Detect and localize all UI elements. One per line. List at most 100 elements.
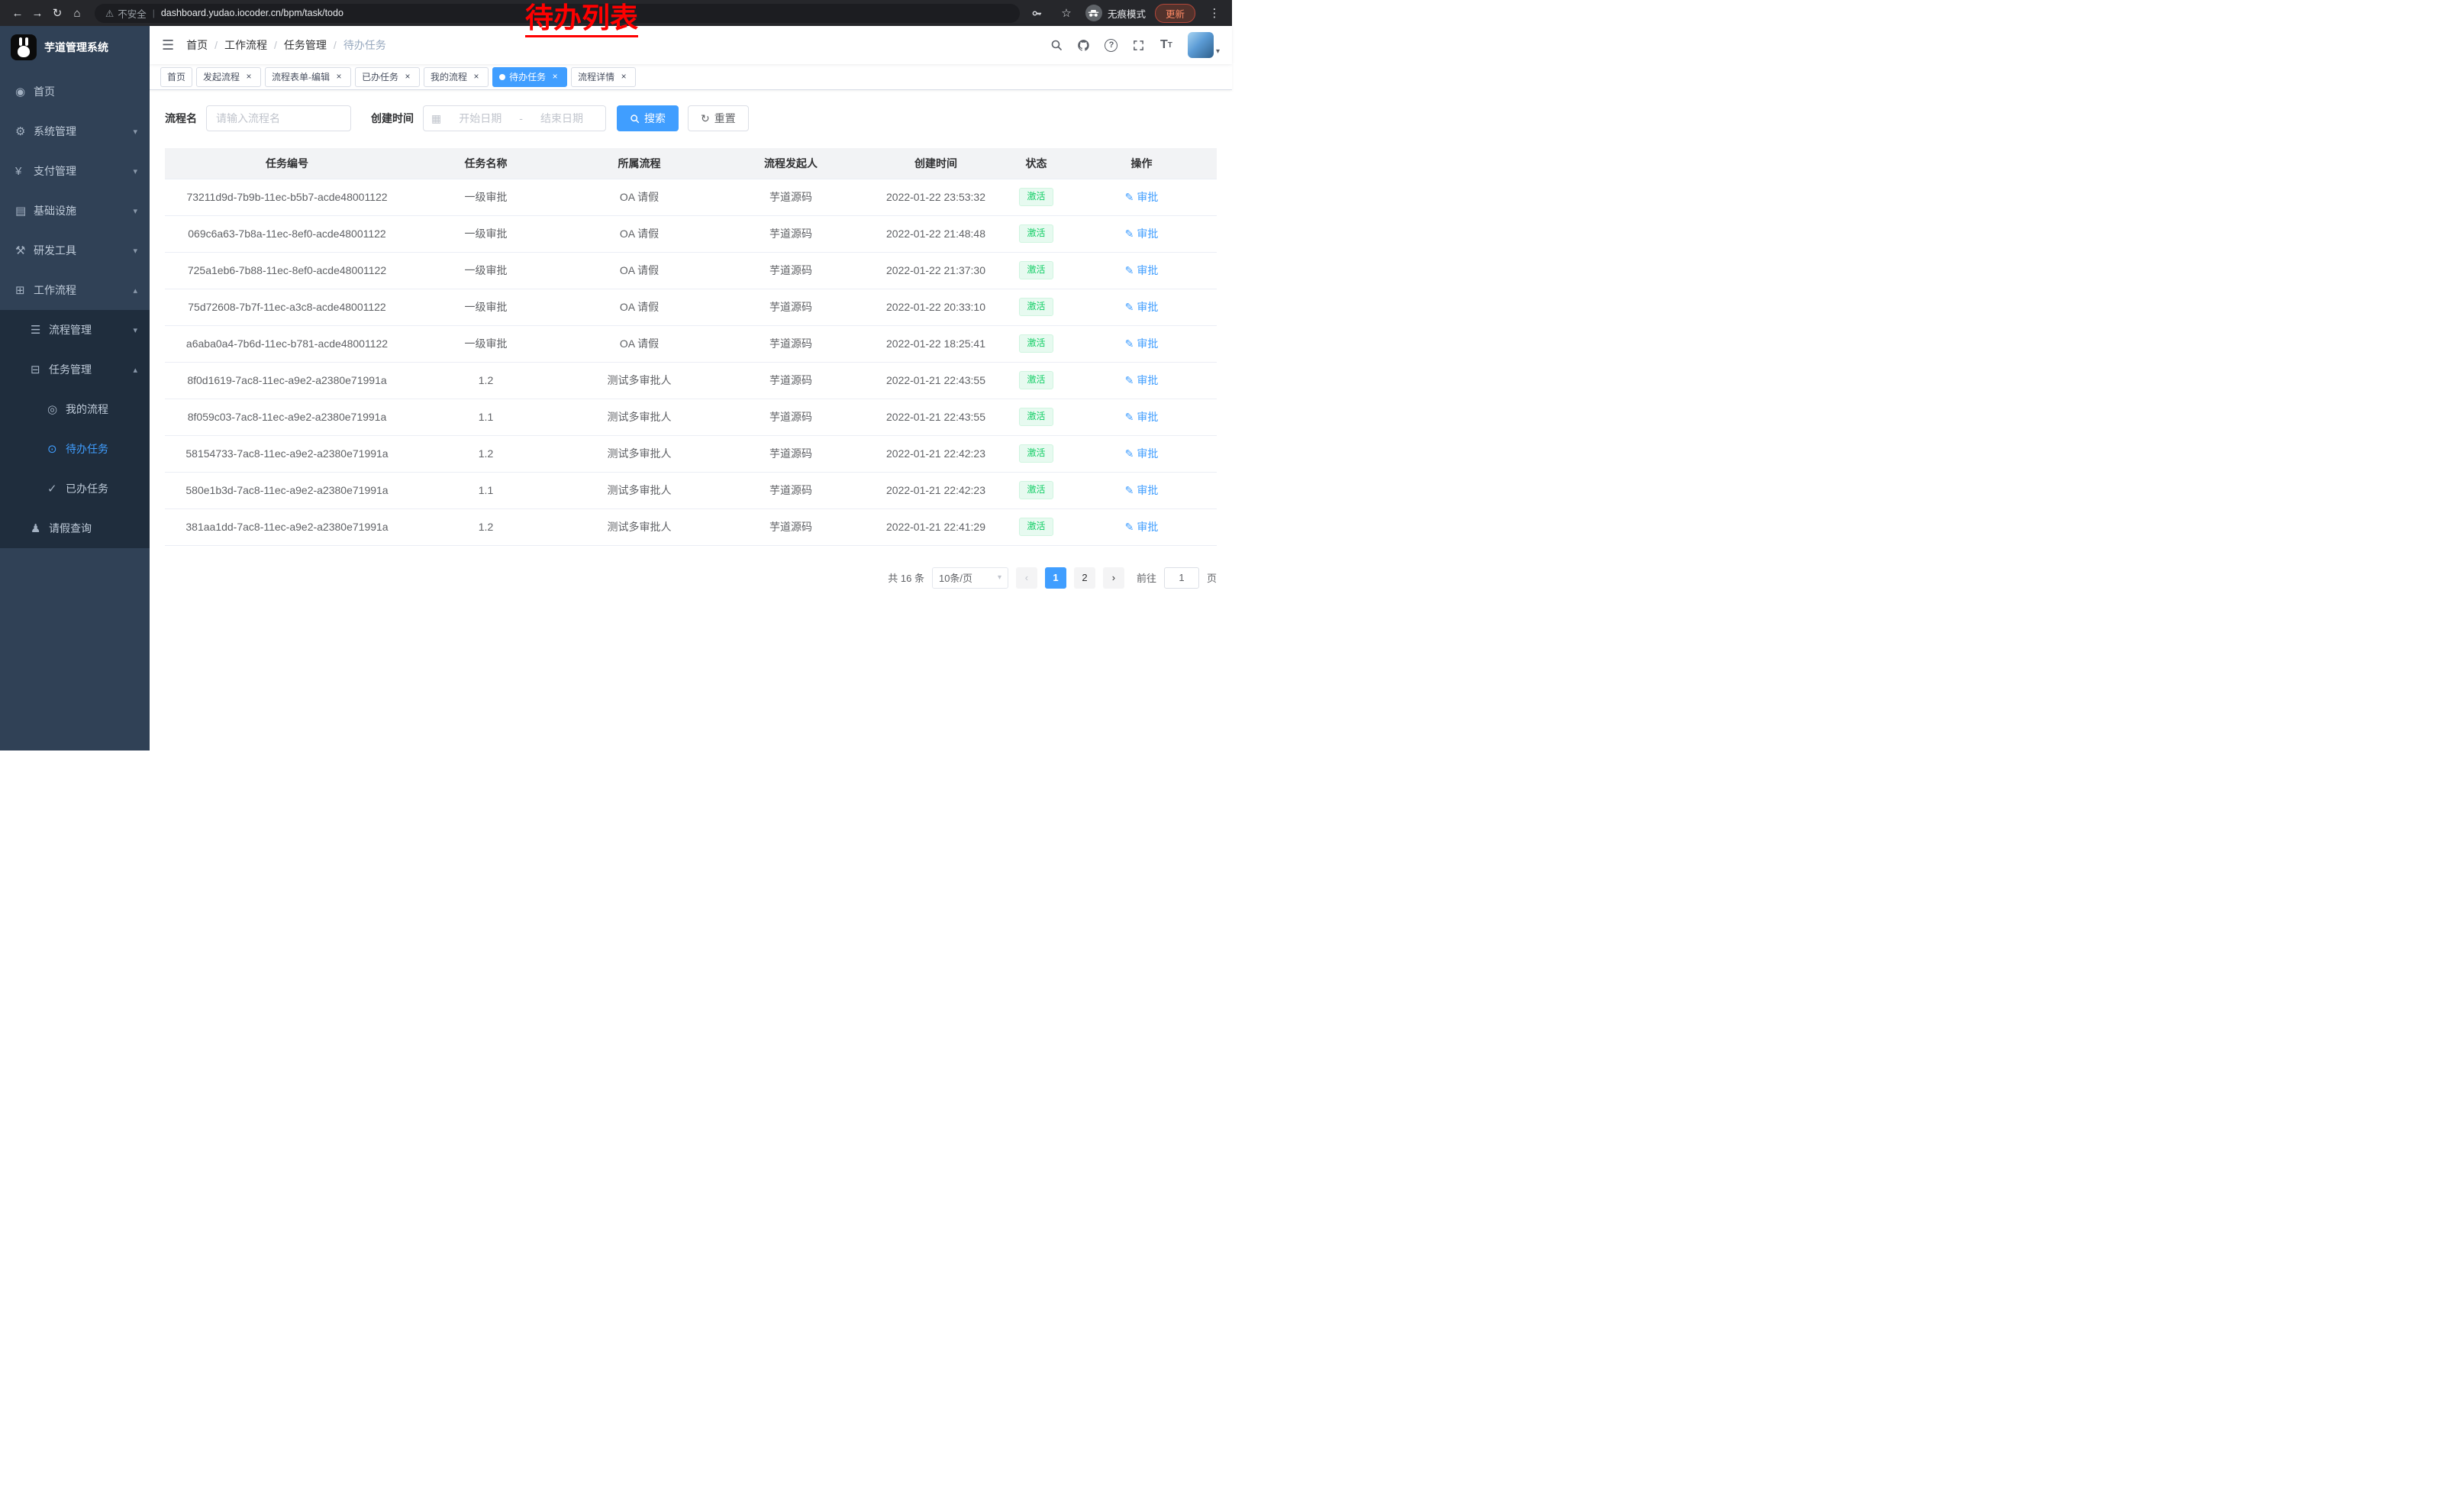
table-row: 58154733-7ac8-11ec-a9e2-a2380e71991a 1.2…: [165, 435, 1217, 472]
page-button-1[interactable]: 1: [1045, 567, 1066, 589]
tab-label: 发起流程: [203, 70, 240, 83]
sidebar-item-done-task[interactable]: ✓ 已办任务: [0, 469, 150, 508]
font-size-icon[interactable]: TT: [1154, 33, 1179, 57]
sidebar-item-process-management[interactable]: ☰ 流程管理 ▾: [0, 310, 150, 350]
next-page-button[interactable]: ›: [1103, 567, 1124, 589]
bookmark-star-icon[interactable]: ☆: [1056, 3, 1076, 23]
cell-process: OA 请假: [563, 215, 716, 252]
tab-close-icon[interactable]: ×: [334, 72, 344, 82]
goto-page-input[interactable]: [1164, 567, 1199, 589]
table-row: 73211d9d-7b9b-11ec-b5b7-acde48001122 一级审…: [165, 179, 1217, 215]
fullscreen-icon[interactable]: [1127, 33, 1151, 57]
browser-menu-icon[interactable]: ⋮: [1205, 3, 1224, 23]
cell-task-id: 8f0d1619-7ac8-11ec-a9e2-a2380e71991a: [165, 362, 409, 399]
tab-label: 已办任务: [362, 70, 398, 83]
top-navbar: ☰ 首页 / 工作流程 / 任务管理 / 待办任务 ?: [150, 26, 1232, 64]
approve-link[interactable]: ✎ 审批: [1125, 336, 1159, 351]
breadcrumb-home[interactable]: 首页: [186, 37, 208, 53]
breadcrumb-task-management[interactable]: 任务管理: [284, 37, 327, 53]
tab[interactable]: 已办任务 ×: [355, 67, 420, 87]
tab-close-icon[interactable]: ×: [243, 72, 254, 82]
col-actions: 操作: [1066, 148, 1217, 179]
approve-link[interactable]: ✎ 审批: [1125, 446, 1159, 461]
tab[interactable]: 发起流程 ×: [196, 67, 261, 87]
browser-home-button[interactable]: ⌂: [67, 3, 87, 23]
approve-link[interactable]: ✎ 审批: [1125, 226, 1159, 241]
table-row: 725a1eb6-7b88-11ec-8ef0-acde48001122 一级审…: [165, 252, 1217, 289]
sidebar-item-workflow[interactable]: ⊞ 工作流程 ▴: [0, 270, 150, 310]
sidebar-item-home[interactable]: ◉ 首页: [0, 72, 150, 111]
cell-starter: 芋道源码: [716, 362, 866, 399]
page-button-2[interactable]: 2: [1074, 567, 1095, 589]
date-range-picker[interactable]: ▦ 开始日期 - 结束日期: [423, 105, 606, 131]
user-menu[interactable]: ▾: [1188, 32, 1220, 58]
cell-create-time: 2022-01-22 20:33:10: [866, 289, 1006, 325]
help-icon[interactable]: ?: [1099, 33, 1124, 57]
sidebar-item-infrastructure[interactable]: ▤ 基础设施 ▾: [0, 191, 150, 231]
approve-link[interactable]: ✎ 审批: [1125, 299, 1159, 315]
search-button[interactable]: 搜索: [617, 105, 679, 131]
approve-link[interactable]: ✎ 审批: [1125, 263, 1159, 278]
cell-task-id: 069c6a63-7b8a-11ec-8ef0-acde48001122: [165, 215, 409, 252]
sidebar-item-todo-task[interactable]: ⊙ 待办任务: [0, 429, 150, 469]
security-chip[interactable]: ⚠ 不安全: [105, 6, 147, 21]
reset-button[interactable]: ↻ 重置: [688, 105, 749, 131]
cell-task-name: 1.2: [409, 508, 563, 545]
eye-icon: ⊙: [47, 442, 66, 456]
sidebar-item-devtools[interactable]: ⚒ 研发工具 ▾: [0, 231, 150, 270]
cell-task-id: 381aa1dd-7ac8-11ec-a9e2-a2380e71991a: [165, 508, 409, 545]
sidebar-item-my-process[interactable]: ◎ 我的流程: [0, 389, 150, 429]
col-status: 状态: [1006, 148, 1066, 179]
approve-link[interactable]: ✎ 审批: [1125, 483, 1159, 498]
tab-close-icon[interactable]: ×: [402, 72, 413, 82]
tab[interactable]: 我的流程 ×: [424, 67, 489, 87]
tab-close-icon[interactable]: ×: [550, 72, 560, 82]
github-icon[interactable]: [1072, 33, 1096, 57]
tab-label: 待办任务: [509, 70, 546, 83]
tab[interactable]: 首页 ×: [160, 67, 192, 87]
tab[interactable]: 流程表单-编辑 ×: [265, 67, 351, 87]
tab[interactable]: 流程详情 ×: [571, 67, 636, 87]
browser-forward-button[interactable]: →: [27, 3, 47, 23]
cell-starter: 芋道源码: [716, 179, 866, 215]
goto-unit: 页: [1207, 570, 1217, 585]
chevron-up-icon: ▴: [133, 365, 137, 375]
tab-label: 首页: [167, 70, 185, 83]
cell-starter: 芋道源码: [716, 252, 866, 289]
process-name-label: 流程名: [165, 111, 197, 126]
cell-task-name: 1.1: [409, 399, 563, 435]
tab-close-icon[interactable]: ×: [471, 72, 482, 82]
goto-label: 前往: [1137, 570, 1156, 585]
cell-process: 测试多审批人: [563, 472, 716, 508]
sidebar-item-task-management[interactable]: ⊟ 任务管理 ▴: [0, 350, 150, 389]
browser-reload-button[interactable]: ↻: [47, 3, 67, 23]
status-badge: 激活: [1019, 444, 1053, 463]
cell-starter: 芋道源码: [716, 435, 866, 472]
app-logo-row[interactable]: 芋道管理系统: [0, 26, 150, 69]
process-name-input[interactable]: [206, 105, 351, 131]
sidebar-item-payment[interactable]: ¥ 支付管理 ▾: [0, 151, 150, 191]
cell-create-time: 2022-01-21 22:43:55: [866, 399, 1006, 435]
sidebar: 芋道管理系统 ◉ 首页 ⚙ 系统管理 ▾ ¥ 支付管理 ▾ ▤ 基础设施 ▾: [0, 26, 150, 750]
approve-link[interactable]: ✎ 审批: [1125, 519, 1159, 534]
incognito-label: 无痕模式: [1108, 6, 1146, 21]
cell-process: OA 请假: [563, 289, 716, 325]
tab[interactable]: 待办任务 ×: [492, 67, 567, 87]
tab-close-icon[interactable]: ×: [618, 72, 629, 82]
sidebar-toggle-icon[interactable]: ☰: [162, 37, 174, 53]
approve-link[interactable]: ✎ 审批: [1125, 409, 1159, 424]
password-key-icon[interactable]: [1027, 3, 1047, 23]
search-icon[interactable]: [1044, 33, 1069, 57]
sidebar-item-system[interactable]: ⚙ 系统管理 ▾: [0, 111, 150, 151]
prev-page-button[interactable]: ‹: [1016, 567, 1037, 589]
end-date-placeholder: 结束日期: [526, 111, 598, 126]
browser-update-button[interactable]: 更新: [1155, 4, 1195, 23]
breadcrumb-workflow[interactable]: 工作流程: [224, 37, 267, 53]
cell-task-name: 1.2: [409, 435, 563, 472]
sidebar-item-leave-query[interactable]: ♟ 请假查询: [0, 508, 150, 548]
page-size-select[interactable]: 10条/页 ▾: [932, 567, 1008, 589]
approve-link[interactable]: ✎ 审批: [1125, 373, 1159, 388]
approve-link[interactable]: ✎ 审批: [1125, 189, 1159, 205]
annotation-overlay: 待办列表: [525, 3, 638, 37]
browser-back-button[interactable]: ←: [8, 3, 27, 23]
